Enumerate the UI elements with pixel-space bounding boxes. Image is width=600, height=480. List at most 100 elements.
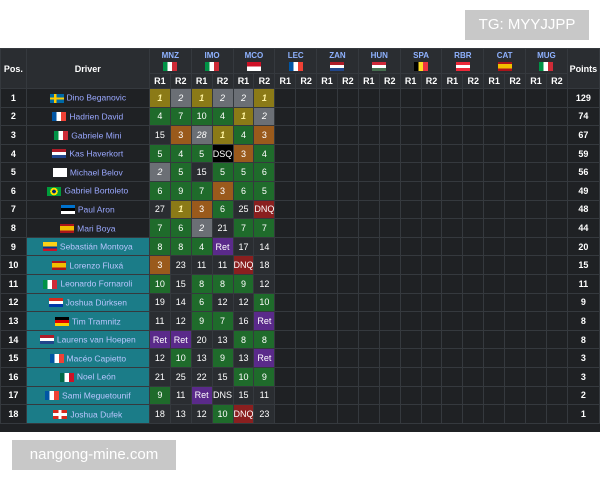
result-cell: 17 (232, 236, 255, 257)
empty-result-cell (441, 348, 464, 368)
empty-result-cell (441, 366, 464, 387)
standings-row[interactable]: 16 Noel León 21 25 22 15 10 9 3 (0, 366, 600, 387)
standings-row[interactable]: 14 Laurens van Hoepen Ret Ret 20 13 8 8 8 (0, 329, 600, 350)
driver-cell[interactable]: Gabriel Bortoleto (25, 180, 150, 201)
driver-name[interactable]: Hadrien David (69, 112, 123, 122)
standings-row[interactable]: 10 Lorenzo Fluxá 3 23 11 11 DNQ 18 15 (0, 255, 600, 275)
standings-row[interactable]: 6 Gabriel Bortoleto 6 9 7 3 6 5 49 (0, 180, 600, 201)
driver-name[interactable]: Gabriel Bortoleto (64, 186, 128, 196)
points-header[interactable]: Points (566, 48, 600, 89)
driver-name[interactable]: Dino Beganovic (67, 93, 127, 103)
driver-cell[interactable]: Michael Belov (25, 162, 150, 182)
driver-name[interactable]: Kas Haverkort (69, 149, 123, 159)
empty-result-cell (545, 125, 568, 145)
position-cell: 9 (0, 236, 27, 257)
driver-name[interactable]: Leonardo Fornaroli (60, 279, 132, 289)
result-cell: 16 (232, 311, 255, 331)
empty-result-cell (483, 143, 506, 164)
empty-result-cell (441, 218, 464, 238)
empty-result-cell (357, 255, 380, 275)
empty-result-cell (274, 236, 297, 257)
standings-row[interactable]: 15 Macéo Capietto 12 10 13 9 13 Ret 3 (0, 348, 600, 368)
venue-header-cat[interactable]: CAT (483, 48, 527, 74)
driver-name[interactable]: Sebastián Montoya (60, 242, 133, 252)
empty-result-cell (295, 125, 318, 145)
driver-name[interactable]: Lorenzo Fluxá (69, 260, 123, 270)
empty-result-cell (274, 255, 297, 275)
empty-result-cell (483, 385, 506, 406)
venue-header-mnz[interactable]: MNZ (148, 48, 192, 74)
flag-netherlands-icon (52, 149, 67, 159)
driver-name[interactable]: Paul Aron (78, 205, 115, 215)
race-r1-header: R1 (483, 73, 506, 89)
driver-cell[interactable]: Joshua Dürksen (25, 292, 150, 313)
driver-name[interactable]: Mari Boya (77, 223, 115, 233)
driver-cell[interactable]: Joshua Dufek (25, 404, 150, 424)
standings-row[interactable]: 8 Mari Boya 7 6 2 21 7 7 44 (0, 218, 600, 238)
driver-cell[interactable]: Kas Haverkort (25, 143, 150, 164)
driver-name[interactable]: Laurens van Hoepen (57, 335, 136, 345)
venue-header-mco[interactable]: MCO (232, 48, 276, 74)
standings-row[interactable]: 4 Kas Haverkort 5 4 5 DSQ 3 4 59 (0, 143, 600, 164)
driver-cell[interactable]: Laurens van Hoepen (25, 329, 150, 350)
venue-header-hun[interactable]: HUN (357, 48, 401, 74)
empty-result-cell (357, 311, 380, 331)
empty-result-cell (525, 180, 547, 201)
empty-result-cell (545, 143, 568, 164)
pos-header[interactable]: Pos. (0, 48, 27, 89)
standings-row[interactable]: 18 Joshua Dufek 18 13 12 10 DNQ 23 1 (0, 404, 600, 424)
standings-row[interactable]: 2 Hadrien David 4 7 10 4 1 2 74 (0, 106, 600, 127)
empty-result-cell (316, 88, 338, 108)
position-cell: 6 (0, 180, 27, 201)
driver-cell[interactable]: Tim Tramnitz (25, 311, 150, 331)
empty-result-cell (295, 348, 318, 368)
venue-header-mug[interactable]: MUG (525, 48, 568, 74)
empty-result-cell (399, 199, 422, 220)
driver-header[interactable]: Driver (25, 48, 150, 89)
driver-name[interactable]: Michael Belov (70, 167, 123, 177)
driver-name[interactable]: Noel León (77, 372, 116, 382)
driver-cell[interactable]: Mari Boya (25, 218, 150, 238)
driver-cell[interactable]: Dino Beganovic (25, 88, 150, 108)
position-cell: 14 (0, 329, 27, 350)
standings-row[interactable]: 11 Leonardo Fornaroli 10 15 8 8 9 12 11 (0, 273, 600, 294)
driver-cell[interactable]: Hadrien David (25, 106, 150, 127)
driver-cell[interactable]: Gabriele Mini (25, 125, 150, 145)
driver-name[interactable]: Tim Tramnitz (72, 316, 121, 326)
driver-cell[interactable]: Macéo Capietto (25, 348, 150, 368)
driver-name[interactable]: Macéo Capietto (67, 353, 127, 363)
empty-result-cell (316, 404, 338, 424)
standings-row[interactable]: 9 Sebastián Montoya 8 8 4 Ret 17 14 20 (0, 236, 600, 257)
result-cell: DNQ (253, 199, 276, 220)
standings-row[interactable]: 3 Gabriele Mini 15 3 28 1 4 3 67 (0, 125, 600, 145)
empty-result-cell (462, 143, 485, 164)
standings-row[interactable]: 7 Paul Aron 27 1 3 6 25 DNQ 48 (0, 199, 600, 220)
empty-result-cell (483, 199, 506, 220)
driver-cell[interactable]: Sami Meguetounif (25, 385, 150, 406)
standings-row[interactable]: 12 Joshua Dürksen 19 14 6 12 12 10 9 (0, 292, 600, 313)
standings-row[interactable]: 1 Dino Beganovic 1 2 1 2 2 1 129 (0, 88, 600, 108)
empty-result-cell (336, 255, 359, 275)
driver-name[interactable]: Gabriele Mini (71, 130, 121, 140)
position-cell: 5 (0, 162, 27, 182)
driver-cell[interactable]: Lorenzo Fluxá (25, 255, 150, 275)
result-cell: 12 (190, 404, 213, 424)
venue-header-rbr[interactable]: RBR (441, 48, 485, 74)
venue-header-spa[interactable]: SPA (399, 48, 443, 74)
standings-row[interactable]: 5 Michael Belov 2 5 15 5 5 6 56 (0, 162, 600, 182)
driver-name[interactable]: Joshua Dufek (70, 409, 122, 419)
driver-name[interactable]: Sami Meguetounif (62, 391, 131, 401)
venue-header-zan[interactable]: ZAN (316, 48, 359, 74)
standings-row[interactable]: 13 Tim Tramnitz 11 12 9 7 16 Ret 8 (0, 311, 600, 331)
driver-cell[interactable]: Paul Aron (25, 199, 150, 220)
venue-header-imo[interactable]: IMO (190, 48, 234, 74)
points-cell: 48 (566, 199, 600, 220)
empty-result-cell (378, 273, 401, 294)
driver-cell[interactable]: Leonardo Fornaroli (25, 273, 150, 294)
driver-cell[interactable]: Noel León (25, 366, 150, 387)
driver-cell[interactable]: Sebastián Montoya (25, 236, 150, 257)
standings-row[interactable]: 17 Sami Meguetounif 9 11 Ret DNS 15 11 2 (0, 385, 600, 406)
result-cell: 15 (169, 273, 192, 294)
venue-header-lec[interactable]: LEC (274, 48, 318, 74)
driver-name[interactable]: Joshua Dürksen (66, 298, 127, 308)
